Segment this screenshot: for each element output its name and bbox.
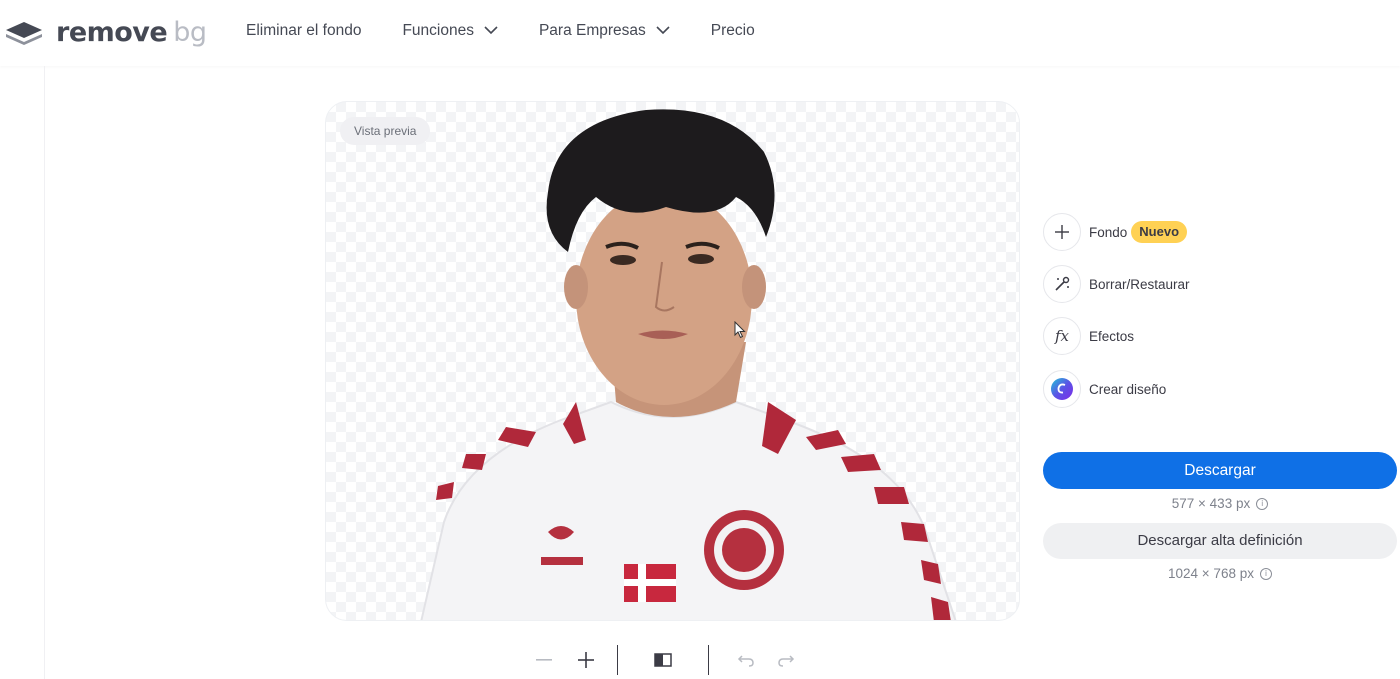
tool-erase-restore[interactable]: Borrar/Restaurar [1043, 265, 1190, 303]
nav-label: Para Empresas [538, 22, 646, 39]
tool-label: Efectos [1089, 328, 1135, 344]
download-size-note: 577 × 433 px i [1043, 496, 1397, 511]
size-text: 577 × 433 px [1171, 496, 1251, 511]
download-hd-size-note: 1024 × 768 px i [1043, 566, 1397, 581]
logo-layers-icon [4, 18, 44, 48]
toolbar-divider [708, 645, 709, 675]
nav-label: Funciones [402, 22, 474, 39]
nav-features[interactable]: Funciones [402, 22, 498, 40]
download-button[interactable]: Descargar [1043, 452, 1397, 489]
logo-wordmark: remove bg [56, 17, 207, 48]
subject-cutout-image [420, 109, 957, 620]
nav-pricing[interactable]: Precio [711, 22, 755, 40]
zoom-out-icon[interactable] [533, 649, 555, 671]
chevron-down-icon [656, 22, 670, 40]
mouse-cursor-icon [734, 321, 746, 339]
new-badge: Nuevo [1131, 221, 1188, 243]
tool-label: Borrar/Restaurar [1089, 276, 1190, 292]
sidebar-divider [44, 66, 45, 679]
magic-brush-icon [1043, 265, 1081, 303]
redo-icon[interactable] [775, 649, 797, 671]
nav-label: Precio [710, 22, 755, 39]
tool-label: Fondo [1089, 224, 1128, 240]
zoom-in-icon[interactable] [575, 649, 597, 671]
download-hd-button[interactable]: Descargar alta definición [1043, 523, 1397, 559]
flag-mark [624, 564, 676, 602]
preview-badge: Vista previa [340, 117, 431, 145]
tool-create-design[interactable]: Crear diseño [1043, 370, 1166, 408]
undo-icon[interactable] [735, 649, 757, 671]
main-nav: Eliminar el fondo Funciones Para Empresa… [246, 22, 796, 40]
top-header: remove bg Eliminar el fondo Funciones Par… [0, 0, 1400, 66]
chevron-down-icon [484, 22, 498, 40]
fx-icon: fx [1043, 317, 1081, 355]
info-icon[interactable]: i [1256, 497, 1269, 510]
compare-icon[interactable] [652, 649, 674, 671]
size-text: 1024 × 768 px [1168, 566, 1254, 581]
plus-icon [1043, 213, 1081, 251]
toolbar-divider [617, 645, 618, 675]
info-icon[interactable]: i [1259, 567, 1272, 580]
nav-remove-background[interactable]: Eliminar el fondo [246, 22, 361, 40]
tool-effects[interactable]: fx Efectos [1043, 317, 1134, 355]
canva-icon [1043, 370, 1081, 408]
removebg-logo[interactable]: remove bg [4, 18, 207, 48]
image-preview[interactable]: Vista previa [325, 101, 1020, 621]
tool-label: Crear diseño [1089, 381, 1167, 397]
preview-toolbar [533, 645, 797, 675]
nav-label: Eliminar el fondo [246, 22, 362, 39]
tool-background[interactable]: Fondo Nuevo [1043, 213, 1188, 251]
nav-business[interactable]: Para Empresas [539, 22, 670, 40]
